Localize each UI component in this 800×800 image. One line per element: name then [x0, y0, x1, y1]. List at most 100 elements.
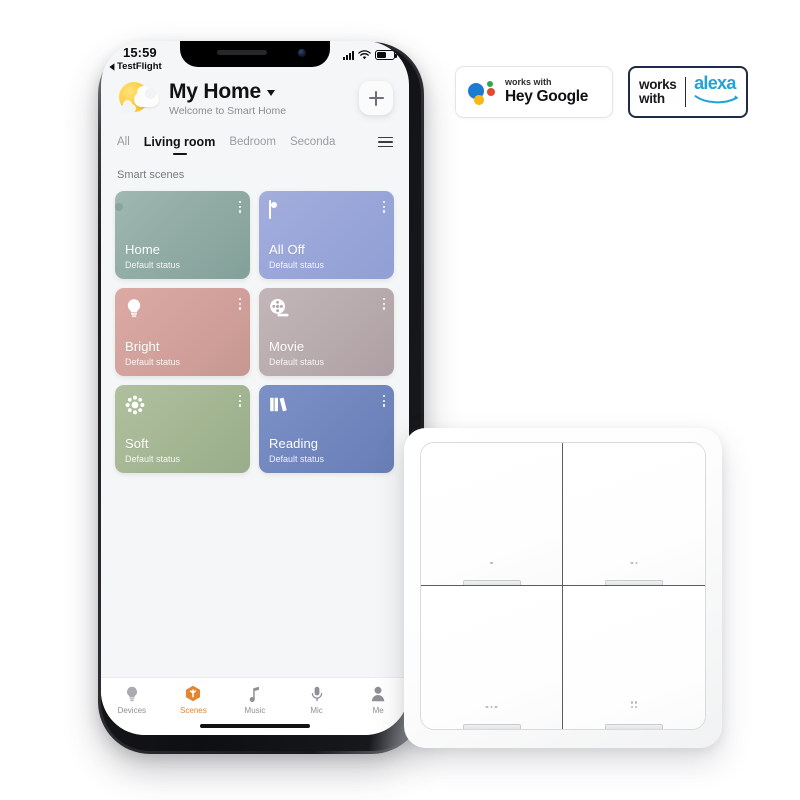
alexa-badge-line2: with: [639, 91, 665, 106]
amazon-smile-icon: [694, 95, 739, 104]
back-arrow-icon: [109, 62, 115, 71]
nav-label: Mic: [310, 706, 323, 715]
status-time: 15:59: [123, 45, 157, 60]
toggle-on-icon: [125, 201, 145, 221]
scene-name: Reading: [269, 436, 319, 451]
wifi-icon: [358, 50, 371, 60]
switch-press-notch: [462, 580, 521, 585]
nav-label: Me: [372, 706, 384, 715]
switch-button-bottom-left[interactable]: [421, 586, 563, 729]
film-reel-icon: [269, 298, 289, 318]
smart-scenes-label: Smart scenes: [117, 169, 185, 181]
scene-status: Default status: [125, 260, 181, 270]
cellular-signal-icon: [343, 51, 354, 60]
hamburger-menu-icon[interactable]: [378, 136, 393, 154]
scene-card-home[interactable]: Home Default status: [115, 191, 250, 279]
phone-mockup: 15:59 TestFlight My Home Welcome to Smar…: [92, 32, 430, 756]
scene-card-soft[interactable]: Soft Default status: [115, 385, 250, 473]
scene-overflow-menu[interactable]: [382, 395, 385, 407]
switch-dot-indicator-1: [490, 561, 494, 564]
lightbulb-icon: [125, 298, 145, 318]
google-assistant-icon: [468, 80, 495, 105]
battery-icon: [375, 50, 397, 60]
alexa-wordmark-text: alexa: [694, 73, 736, 93]
welcome-subtitle: Welcome to Smart Home: [169, 104, 287, 117]
room-tab-seconda[interactable]: Seconda: [290, 136, 335, 154]
switch-press-notch: [605, 724, 663, 729]
switch-dot-indicator-4: [630, 701, 638, 708]
nav-item-mic[interactable]: Mic: [286, 685, 348, 715]
scene-status: Default status: [269, 260, 325, 270]
home-indicator[interactable]: [200, 724, 310, 728]
testflight-label: TestFlight: [117, 61, 162, 72]
alexa-badge-divider: [684, 77, 687, 107]
nav-label: Music: [244, 706, 266, 715]
scene-card-reading[interactable]: Reading Default status: [259, 385, 394, 473]
switch-button-bottom-right[interactable]: [563, 586, 705, 729]
earpiece-speaker: [217, 50, 267, 55]
home-selector[interactable]: My Home: [169, 80, 359, 104]
page-title: My Home: [169, 79, 261, 103]
scene-status: Default status: [269, 357, 325, 367]
scenes-cube-icon: [185, 685, 201, 702]
scene-name: All Off: [269, 242, 305, 257]
app-header: My Home Welcome to Smart Home: [101, 77, 409, 119]
scene-overflow-menu[interactable]: [382, 298, 385, 310]
switch-press-notch: [462, 724, 521, 729]
product-marketing-scene: 15:59 TestFlight My Home Welcome to Smar…: [0, 0, 800, 800]
works-with-alexa-badge: works with alexa: [628, 66, 748, 118]
scene-status: Default status: [125, 357, 181, 367]
works-with-hey-google-badge: works with Hey Google: [455, 66, 613, 118]
scene-status: Default status: [125, 454, 181, 464]
scene-card-bright[interactable]: Bright Default status: [115, 288, 250, 376]
google-badge-small-text: works with: [505, 77, 552, 88]
front-camera: [298, 49, 306, 57]
switch-press-notch: [605, 580, 663, 585]
scene-grid: Home Default status All Off Default stat…: [115, 191, 395, 473]
microphone-icon: [311, 685, 323, 702]
scene-name: Soft: [125, 436, 149, 451]
scene-overflow-menu[interactable]: [238, 395, 241, 407]
switch-dot-indicator-2: [630, 561, 639, 564]
alexa-badge-line1: works: [639, 77, 677, 93]
google-badge-wordmark: Hey Google: [505, 87, 589, 105]
add-button[interactable]: [359, 81, 393, 115]
testflight-back-link[interactable]: TestFlight: [109, 61, 162, 72]
nav-item-scenes[interactable]: Scenes: [163, 685, 225, 715]
scene-status: Default status: [269, 454, 325, 464]
brightness-icon: [125, 395, 145, 415]
switch-button-top-left[interactable]: [421, 443, 563, 586]
toggle-off-icon: [269, 200, 289, 221]
switch-button-grid: [420, 442, 706, 730]
scene-overflow-menu[interactable]: [238, 298, 241, 310]
sun-behind-cloud-icon: [117, 77, 163, 119]
4-gang-wireless-scene-switch: [404, 428, 722, 748]
phone-notch: [180, 41, 330, 67]
chevron-down-icon: [266, 90, 275, 96]
room-tabs: All Living room Bedroom Seconda: [101, 135, 409, 155]
scene-card-movie[interactable]: Movie Default status: [259, 288, 394, 376]
scene-overflow-menu[interactable]: [382, 201, 385, 213]
status-indicators: [343, 50, 397, 60]
nav-item-devices[interactable]: Devices: [101, 685, 163, 715]
room-tab-bedroom[interactable]: Bedroom: [229, 136, 276, 154]
books-icon: [269, 395, 289, 415]
scene-card-all-off[interactable]: All Off Default status: [259, 191, 394, 279]
switch-button-top-right[interactable]: [563, 443, 705, 586]
nav-item-music[interactable]: Music: [224, 685, 286, 715]
nav-label: Scenes: [180, 706, 207, 715]
person-icon: [371, 685, 385, 702]
phone-screen: 15:59 TestFlight My Home Welcome to Smar…: [101, 41, 409, 735]
alexa-wordmark: alexa: [694, 74, 742, 110]
alexa-badge-works-with: works with: [639, 78, 677, 106]
scene-overflow-menu[interactable]: [238, 201, 241, 213]
switch-dot-indicator-3: [485, 705, 498, 708]
scene-name: Movie: [269, 339, 305, 354]
nav-item-me[interactable]: Me: [347, 685, 409, 715]
nav-label: Devices: [117, 706, 147, 715]
scene-name: Bright: [125, 339, 160, 354]
music-note-icon: [248, 685, 261, 702]
bulb-icon: [125, 685, 139, 702]
room-tab-all[interactable]: All: [117, 136, 130, 154]
room-tab-living-room[interactable]: Living room: [144, 135, 216, 155]
